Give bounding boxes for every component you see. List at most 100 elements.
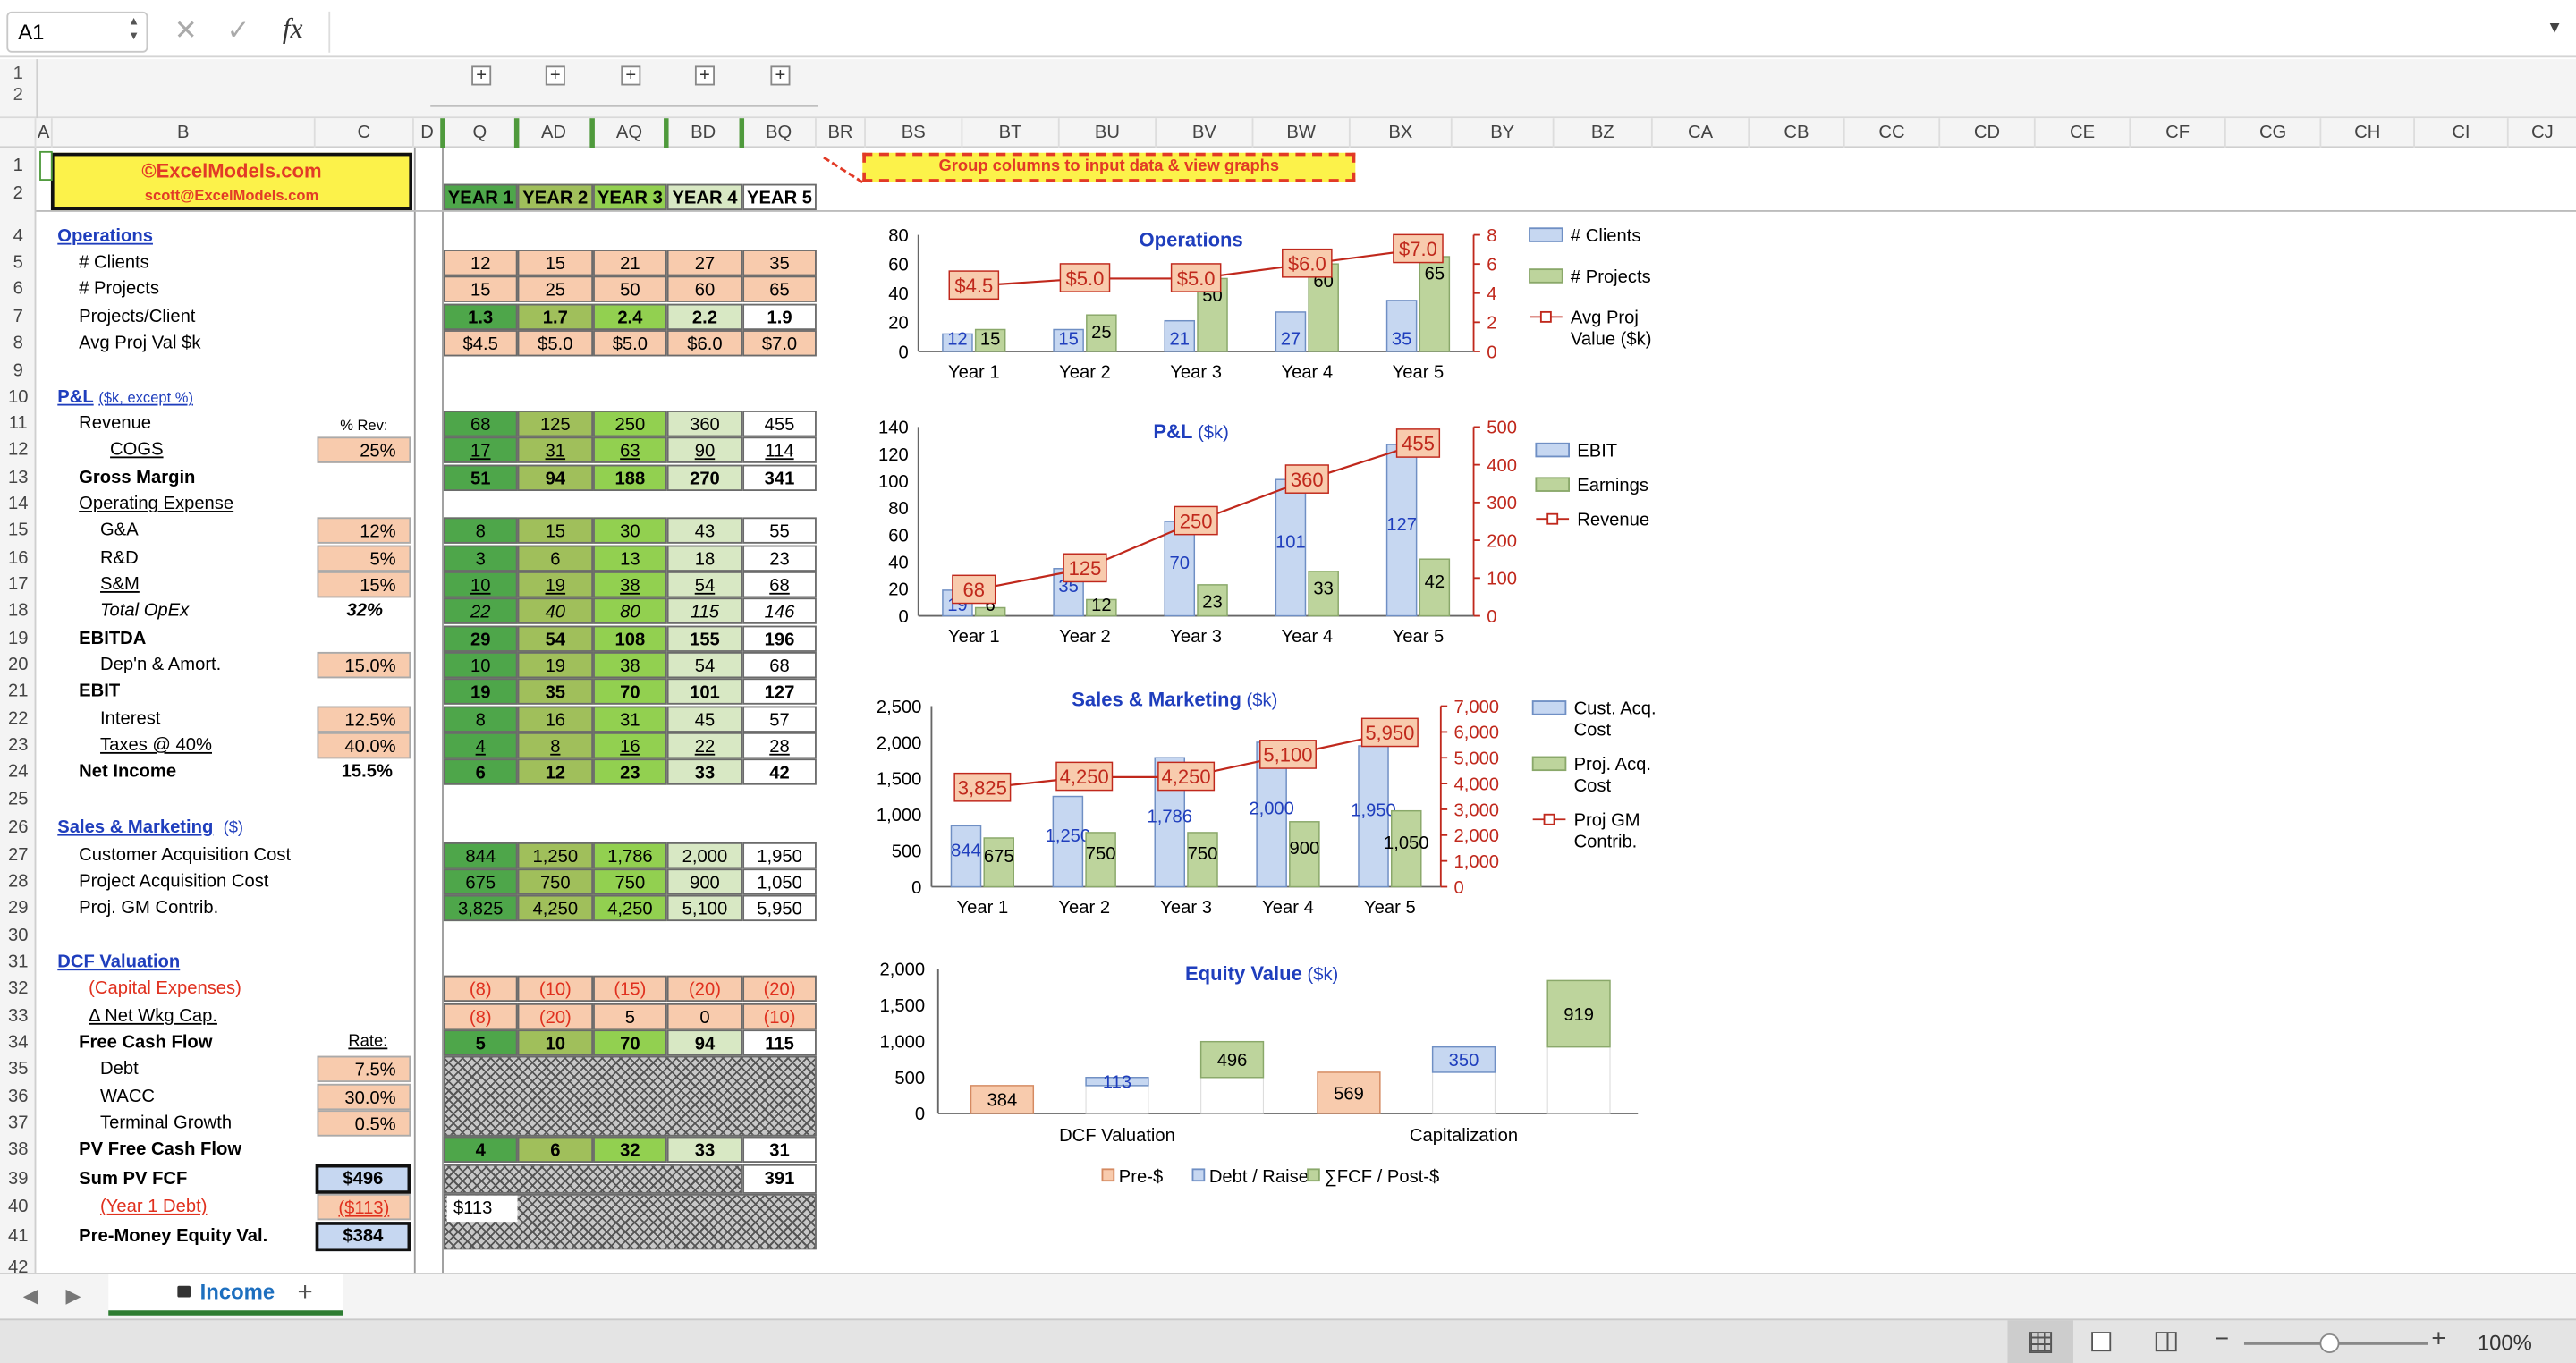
cell-cac-year2[interactable]: 1,250: [517, 842, 594, 869]
page-break-view-icon[interactable]: [2155, 1332, 2177, 1352]
cell-nwc-year2[interactable]: (20): [517, 1003, 594, 1030]
col-header-bv[interactable]: BV: [1157, 118, 1254, 148]
col-header-br[interactable]: BR: [817, 118, 866, 148]
cell-interest-year5[interactable]: 57: [742, 706, 817, 732]
cell-projects-year3[interactable]: 50: [593, 275, 667, 302]
cell-ga-year4[interactable]: 43: [666, 517, 743, 544]
premoney-value[interactable]: $384: [315, 1222, 411, 1252]
cell-total_opex-year4[interactable]: 115: [666, 597, 743, 624]
section-sales-marketing[interactable]: Sales & Marketing ($): [57, 815, 243, 841]
cell-fcf-year3[interactable]: 70: [593, 1029, 667, 1056]
cell-ebit-year2[interactable]: 35: [517, 678, 594, 705]
cell-gm-year3[interactable]: 188: [593, 464, 667, 492]
cell-capex-year5[interactable]: (20): [742, 975, 817, 1003]
cell-nwc-year1[interactable]: (8): [443, 1003, 518, 1030]
cell-pvfcf-year2[interactable]: 6: [517, 1136, 594, 1163]
cell-gm-year5[interactable]: 341: [742, 464, 817, 492]
col-header-bu[interactable]: BU: [1060, 118, 1157, 148]
cell-gm-year1[interactable]: 51: [443, 464, 518, 492]
col-header-ad[interactable]: AD: [518, 118, 592, 148]
col-header-c[interactable]: C: [316, 118, 414, 148]
cell-ppc-year1[interactable]: 1.3: [443, 303, 518, 331]
cell-ebitda-year4[interactable]: 155: [666, 625, 743, 652]
col-header-cj[interactable]: CJ: [2509, 118, 2576, 148]
cell-rd-year4[interactable]: 18: [666, 545, 743, 571]
cell-ebitda-year5[interactable]: 196: [742, 625, 817, 652]
cell-ga-year3[interactable]: 30: [593, 517, 667, 544]
cell-ebit-year1[interactable]: 19: [443, 678, 518, 705]
cell-ni-year2[interactable]: 12: [517, 758, 594, 785]
cell-cogs-year2[interactable]: 31: [517, 436, 594, 463]
row-header[interactable]: 14: [0, 491, 36, 517]
cell-clients-year4[interactable]: 27: [666, 250, 743, 276]
row-header[interactable]: 2: [0, 181, 36, 207]
row-header[interactable]: 31: [0, 949, 36, 975]
row-header[interactable]: 41: [0, 1223, 36, 1249]
select-all-corner[interactable]: [0, 118, 37, 148]
cell-clients-year2[interactable]: 15: [517, 250, 594, 276]
cell-clients-year3[interactable]: 21: [593, 250, 667, 276]
row-header[interactable]: 29: [0, 895, 36, 921]
col-header-ce[interactable]: CE: [2036, 118, 2131, 148]
cell-revenue-year5[interactable]: 455: [742, 411, 817, 437]
cell-revenue-year1[interactable]: 68: [443, 411, 518, 437]
cell-revenue-year3[interactable]: 250: [593, 411, 667, 437]
cell-pgm-year2[interactable]: 4,250: [517, 894, 594, 922]
col-header-bw[interactable]: BW: [1253, 118, 1351, 148]
col-header-cd[interactable]: CD: [1940, 118, 2036, 148]
row-header[interactable]: 13: [0, 465, 36, 491]
row-header[interactable]: 21: [0, 678, 36, 704]
row-header[interactable]: 28: [0, 868, 36, 894]
zoom-level[interactable]: 100%: [2478, 1330, 2532, 1355]
cell-pvfcf-year3[interactable]: 32: [593, 1136, 667, 1163]
expand-group-q-icon[interactable]: +: [471, 65, 492, 86]
cell-capex-year1[interactable]: (8): [443, 975, 518, 1003]
cell-pac-year3[interactable]: 750: [593, 868, 667, 895]
cell-ebit-year5[interactable]: 127: [742, 678, 817, 705]
expand-group-bd-icon[interactable]: +: [694, 65, 715, 86]
col-header-d[interactable]: D: [414, 118, 443, 148]
operations-chart[interactable]: 0 20 40 60 80 0 2 4 6 8 Year 1 12 15 Year 2 15 25 Year 3…: [866, 216, 1720, 397]
cell-ppc-year4[interactable]: 2.2: [666, 303, 743, 331]
cell-ppc-year5[interactable]: 1.9: [742, 303, 817, 331]
col-header-b[interactable]: B: [53, 118, 316, 148]
cell-ebit-year4[interactable]: 101: [666, 678, 743, 705]
cell-ga-year1[interactable]: 8: [443, 517, 518, 544]
cell-projects-year2[interactable]: 25: [517, 275, 594, 302]
add-sheet-button[interactable]: +: [297, 1279, 312, 1308]
row-header[interactable]: 16: [0, 546, 36, 571]
row-header[interactable]: 27: [0, 842, 36, 868]
cancel-icon[interactable]: ✕: [174, 15, 198, 48]
cell-clients-year1[interactable]: 12: [443, 250, 518, 276]
insert-function-icon[interactable]: fx: [283, 13, 303, 47]
expand-group-bq-icon[interactable]: +: [770, 65, 791, 86]
row-header[interactable]: 11: [0, 411, 36, 436]
zoom-out-button[interactable]: −: [2215, 1325, 2229, 1353]
row-header[interactable]: 1: [0, 153, 36, 179]
input-debt-rate[interactable]: 7.5%: [317, 1055, 411, 1083]
formula-input[interactable]: [328, 11, 2543, 53]
cell-interest-year4[interactable]: 45: [666, 706, 743, 732]
cell-projects-year4[interactable]: 60: [666, 275, 743, 302]
cell-ni-year5[interactable]: 42: [742, 758, 817, 785]
section-dcf-valuation[interactable]: DCF Valuation: [57, 949, 180, 975]
col-header-ch[interactable]: CH: [2321, 118, 2415, 148]
cell-ebitda-year2[interactable]: 54: [517, 625, 594, 652]
cell-ga-year5[interactable]: 55: [742, 517, 817, 544]
cell-apv-year4[interactable]: $6.0: [666, 330, 743, 357]
cell-fcf-year5[interactable]: 115: [742, 1029, 817, 1056]
cell-fcf-year1[interactable]: 5: [443, 1029, 518, 1056]
active-cell-a1[interactable]: [39, 150, 53, 181]
confirm-icon[interactable]: ✓: [226, 15, 250, 48]
row-header[interactable]: 7: [0, 304, 36, 330]
cell-projects-year5[interactable]: 65: [742, 275, 817, 302]
row-header[interactable]: 36: [0, 1084, 36, 1110]
input-tax-rate[interactable]: 40.0%: [317, 732, 411, 759]
cell-revenue-year4[interactable]: 360: [666, 411, 743, 437]
row-header[interactable]: 4: [0, 224, 36, 250]
cell-taxes-year4[interactable]: 22: [666, 732, 743, 759]
cell-pac-year4[interactable]: 900: [666, 868, 743, 895]
outline-level-1[interactable]: 1: [0, 64, 36, 84]
equity-value-chart[interactable]: 0 500 1,000 1,500 2,000 384 113 496 DCF Valuatio…: [866, 952, 1720, 1198]
col-header-ci[interactable]: CI: [2415, 118, 2509, 148]
